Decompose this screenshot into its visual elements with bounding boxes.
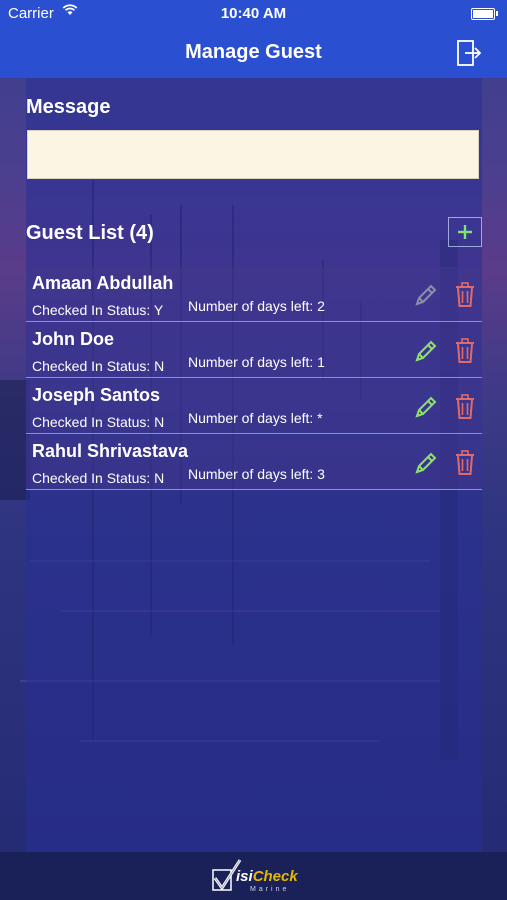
- battery-icon: [471, 8, 495, 20]
- guest-list-heading: Guest List (4): [26, 222, 154, 244]
- delete-trash-icon[interactable]: [454, 337, 476, 365]
- add-guest-button[interactable]: [448, 217, 482, 247]
- guest-days-left: Number of days left: *: [188, 410, 323, 426]
- guest-checkin-status: Checked In Status: N: [32, 470, 165, 486]
- guest-name: Amaan Abdullah: [32, 273, 174, 293]
- guest-row[interactable]: Rahul Shrivastava Checked In Status: N N…: [26, 435, 482, 490]
- guest-days-left: Number of days left: 2: [188, 298, 325, 314]
- guest-days-left: Number of days left: 1: [188, 354, 325, 370]
- brand-wordmark-right: Check: [252, 868, 298, 885]
- edit-pencil-icon[interactable]: [412, 281, 440, 309]
- guest-row[interactable]: Amaan Abdullah Checked In Status: Y Numb…: [26, 267, 482, 322]
- brand-wordmark-left: isi: [236, 868, 253, 885]
- guest-checkin-status: Checked In Status: N: [32, 358, 165, 374]
- brand-wordmark: isiCheck: [236, 868, 298, 885]
- status-bar: Carrier 10:40 AM: [0, 0, 507, 28]
- guest-checkin-status: Checked In Status: Y: [32, 302, 164, 318]
- guest-name: Joseph Santos: [32, 385, 161, 405]
- visicheck-logo: isiCheck Marine: [210, 858, 300, 896]
- delete-trash-icon[interactable]: [454, 393, 476, 421]
- delete-trash-icon[interactable]: [454, 449, 476, 477]
- edit-pencil-icon[interactable]: [412, 393, 440, 421]
- brand-subtitle: Marine: [250, 886, 290, 893]
- guest-list: Amaan Abdullah Checked In Status: Y Numb…: [26, 267, 482, 491]
- plus-icon: [458, 225, 472, 239]
- guest-checkin-status: Checked In Status: N: [32, 414, 165, 430]
- guest-row[interactable]: John Doe Checked In Status: N Number of …: [26, 323, 482, 378]
- guest-row[interactable]: Joseph Santos Checked In Status: N Numbe…: [26, 379, 482, 434]
- delete-trash-icon[interactable]: [454, 281, 476, 309]
- footer-bar: isiCheck Marine: [0, 852, 507, 900]
- guest-days-left: Number of days left: 3: [188, 466, 325, 482]
- edit-pencil-icon[interactable]: [412, 449, 440, 477]
- page-title: Manage Guest: [185, 41, 322, 63]
- message-field[interactable]: [27, 130, 479, 179]
- navigation-bar: Manage Guest: [0, 28, 507, 78]
- guest-name: John Doe: [32, 329, 115, 349]
- edit-pencil-icon[interactable]: [412, 337, 440, 365]
- logout-icon[interactable]: [453, 38, 483, 68]
- battery-tip: [496, 11, 498, 16]
- guest-name: Rahul Shrivastava: [32, 441, 189, 461]
- clock: 10:40 AM: [220, 5, 287, 22]
- message-label: Message: [26, 96, 111, 118]
